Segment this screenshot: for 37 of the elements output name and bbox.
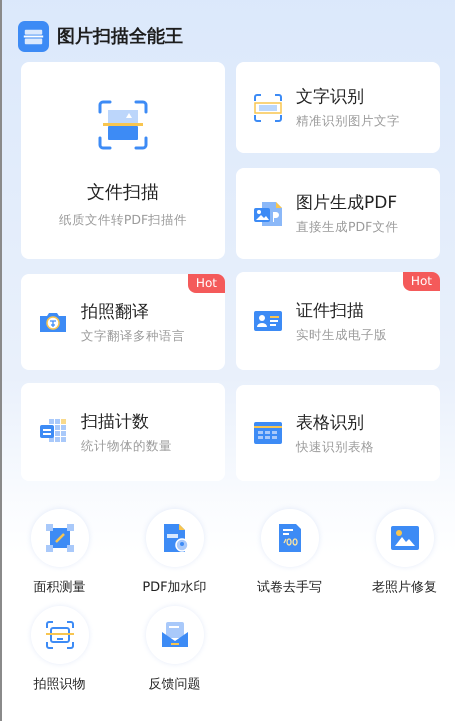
card-title: 拍照翻译 [81,300,150,322]
card-title: 扫描计数 [81,410,150,432]
scanner-logo-icon [18,20,49,52]
area-measure-icon [44,523,74,553]
translate-card[interactable]: Hot 拍照翻译 文字翻译多种语言 [21,274,225,370]
tool-label: 试卷去手写 [257,579,322,596]
ocr-card[interactable]: 文字识别 精准识别图片文字 [236,62,440,153]
tool-label: 反馈问题 [148,676,200,693]
scan-object-icon [44,620,74,650]
count-card[interactable]: 扫描计数 统计物体的数量 [21,383,225,481]
tool-label: 拍照识物 [34,676,86,693]
pdf-card[interactable]: 图片生成PDF 直接生成PDF文件 [236,168,440,259]
card-subtitle: 统计物体的数量 [81,438,172,454]
tool-label: 面积测量 [34,579,86,596]
card-subtitle: 实时生成电子版 [296,326,387,344]
card-subtitle: 纸质文件转PDF扫描件 [58,212,188,229]
scan-document-icon [98,100,148,150]
card-title: 图片生成PDF [296,192,398,214]
card-title: 文字识别 [296,86,365,108]
card-subtitle: 直接生成PDF文件 [296,219,398,236]
image-icon [390,523,420,553]
app-title: 图片扫描全能王 [57,25,183,48]
ocr-icon [252,92,284,124]
card-title: 证件扫描 [296,300,365,322]
card-title: 文件扫描 [87,181,159,204]
card-subtitle: 快速识别表格 [296,438,374,456]
card-title: 表格识别 [296,412,365,434]
tool-label: 老照片修复 [372,579,437,596]
tool-label: PDF加水印 [142,579,207,596]
document-scan-card[interactable]: 文件扫描 纸质文件转PDF扫描件 [21,62,225,259]
mail-icon [160,620,190,650]
id-card[interactable]: Hot 证件扫描 实时生成电子版 [236,272,440,370]
card-subtitle: 文字翻译多种语言 [81,328,185,344]
table-card[interactable]: 表格识别 快速识别表格 [236,385,440,481]
hot-badge: Hot [402,272,440,291]
hot-badge: Hot [188,274,225,293]
card-subtitle: 精准识别图片文字 [296,113,400,130]
